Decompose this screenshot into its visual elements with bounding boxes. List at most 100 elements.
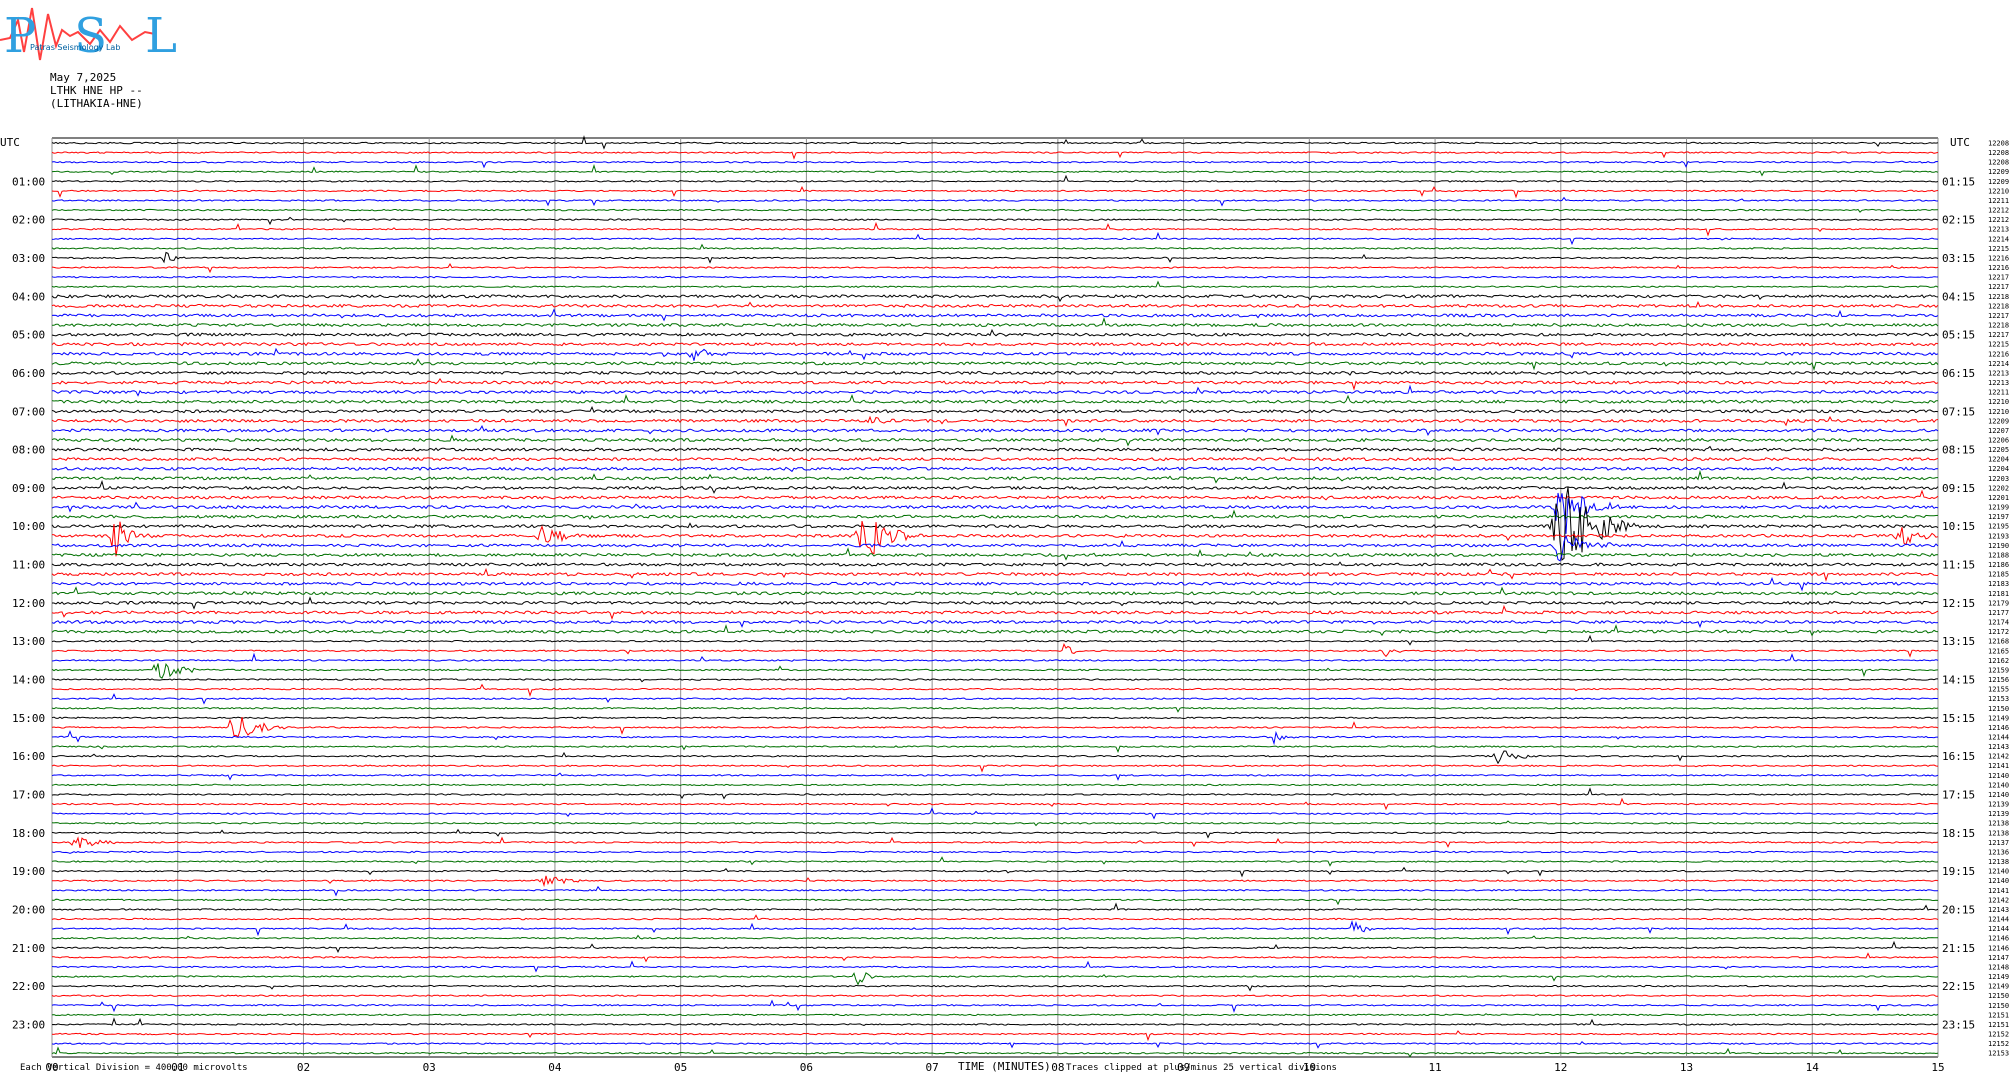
trace-line	[51, 707, 1939, 713]
trace-line	[51, 415, 1939, 427]
trace-value-label: 12217	[1988, 312, 2009, 320]
trace-value-label: 12150	[1988, 1002, 2009, 1010]
left-hour-label: 21:00	[12, 942, 45, 955]
trace-line	[51, 342, 1939, 347]
trace-value-label: 12143	[1988, 743, 2009, 751]
x-tick-label: 05	[674, 1061, 687, 1074]
trace-line	[51, 764, 1939, 773]
trace-line	[51, 828, 1939, 839]
left-hour-label: 10:00	[12, 520, 45, 533]
x-axis-label: TIME (MINUTES)	[958, 1060, 1051, 1073]
trace-line	[51, 328, 1939, 337]
trace-value-label: 12147	[1988, 954, 2009, 962]
left-hour-label: 08:00	[12, 444, 45, 457]
trace-line	[51, 456, 1939, 462]
trace-value-label: 12210	[1988, 398, 2009, 406]
trace-value-label: 12185	[1988, 571, 2009, 579]
trace-line	[51, 160, 1939, 169]
trace-value-label: 12140	[1988, 877, 2009, 885]
trace-line	[51, 716, 1939, 720]
trace-line	[51, 262, 1939, 274]
trace-value-label: 12215	[1988, 341, 2009, 349]
trace-line	[51, 424, 1939, 437]
trace-value-label: 12207	[1988, 427, 2009, 435]
right-hour-label: 08:15	[1942, 444, 1975, 457]
trace-line	[51, 434, 1939, 447]
trace-line	[51, 604, 1939, 621]
left-hour-label: 19:00	[12, 865, 45, 878]
trace-value-label: 12213	[1988, 369, 2009, 377]
footer-clip-note: Traces clipped at plus/minus 25 vertical…	[1066, 1063, 1337, 1073]
trace-value-label: 12152	[1988, 1031, 2009, 1039]
trace-line	[51, 1017, 1939, 1026]
trace-line	[51, 280, 1939, 288]
trace-line	[51, 619, 1939, 629]
trace-line	[51, 783, 1939, 787]
trace-line	[51, 663, 1939, 679]
trace-value-label: 12142	[1988, 753, 2009, 761]
trace-line	[51, 492, 1939, 534]
trace-line	[51, 750, 1939, 765]
trace-line	[51, 196, 1939, 207]
trace-line	[51, 920, 1939, 937]
trace-line	[51, 358, 1939, 372]
trace-line	[51, 940, 1939, 953]
trace-value-label: 12179	[1988, 599, 2009, 607]
trace-value-label: 12152	[1988, 1040, 2009, 1048]
x-tick-label: 04	[548, 1061, 562, 1074]
trace-value-label: 12162	[1988, 657, 2009, 665]
trace-line	[51, 221, 1939, 237]
trace-value-label: 12142	[1988, 896, 2009, 904]
trace-value-label: 12141	[1988, 887, 2009, 895]
trace-value-label: 12215	[1988, 245, 2009, 253]
trace-line	[51, 186, 1939, 199]
right-hour-label: 12:15	[1942, 597, 1975, 610]
trace-value-label: 12139	[1988, 810, 2009, 818]
trace-value-label: 12190	[1988, 542, 2009, 550]
left-hour-label: 14:00	[12, 674, 45, 687]
trace-line	[51, 999, 1939, 1013]
trace-line	[51, 634, 1939, 646]
trace-line	[51, 164, 1939, 177]
right-hour-label: 17:15	[1942, 788, 1975, 801]
trace-value-label: 12137	[1988, 839, 2009, 847]
trace-line	[51, 405, 1939, 414]
x-tick-label: 02	[297, 1061, 310, 1074]
trace-value-label: 12209	[1988, 178, 2009, 186]
trace-value-label: 12217	[1988, 331, 2009, 339]
x-tick-label: 15	[1931, 1061, 1944, 1074]
trace-value-label: 12216	[1988, 264, 2009, 272]
trace-value-label: 12213	[1988, 379, 2009, 387]
trace-line	[51, 914, 1939, 921]
trace-line	[51, 547, 1939, 561]
trace-value-label: 12186	[1988, 561, 2009, 569]
left-hour-label: 18:00	[12, 827, 45, 840]
trace-line	[51, 875, 1939, 888]
trace-value-label: 12150	[1988, 705, 2009, 713]
trace-value-label: 12214	[1988, 235, 2009, 243]
trace-line	[51, 135, 1939, 150]
trace-value-label: 12151	[1988, 1021, 2009, 1029]
trace-line	[51, 316, 1939, 328]
trace-line	[51, 745, 1939, 754]
trace-line	[51, 866, 1939, 878]
trace-value-label: 12216	[1988, 254, 2009, 262]
x-tick-label: 14	[1806, 1061, 1820, 1074]
right-hour-label: 19:15	[1942, 865, 1975, 878]
trace-value-label: 12203	[1988, 475, 2009, 483]
trace-line	[51, 466, 1939, 473]
trace-value-label: 12151	[1988, 1011, 2009, 1019]
trace-value-label: 12216	[1988, 350, 2009, 358]
x-tick-label: 13	[1680, 1061, 1693, 1074]
trace-line	[51, 850, 1938, 854]
trace-value-label: 12138	[1988, 820, 2009, 828]
x-tick-label: 07	[926, 1061, 939, 1074]
trace-value-label: 12181	[1988, 590, 2009, 598]
right-hour-label: 21:15	[1942, 942, 1975, 955]
trace-line	[51, 301, 1939, 309]
trace-line	[51, 856, 1939, 867]
trace-line	[51, 576, 1939, 592]
trace-value-label: 12165	[1988, 647, 2009, 655]
right-hour-label: 04:15	[1942, 290, 1975, 303]
trace-value-label: 12146	[1988, 944, 2009, 952]
